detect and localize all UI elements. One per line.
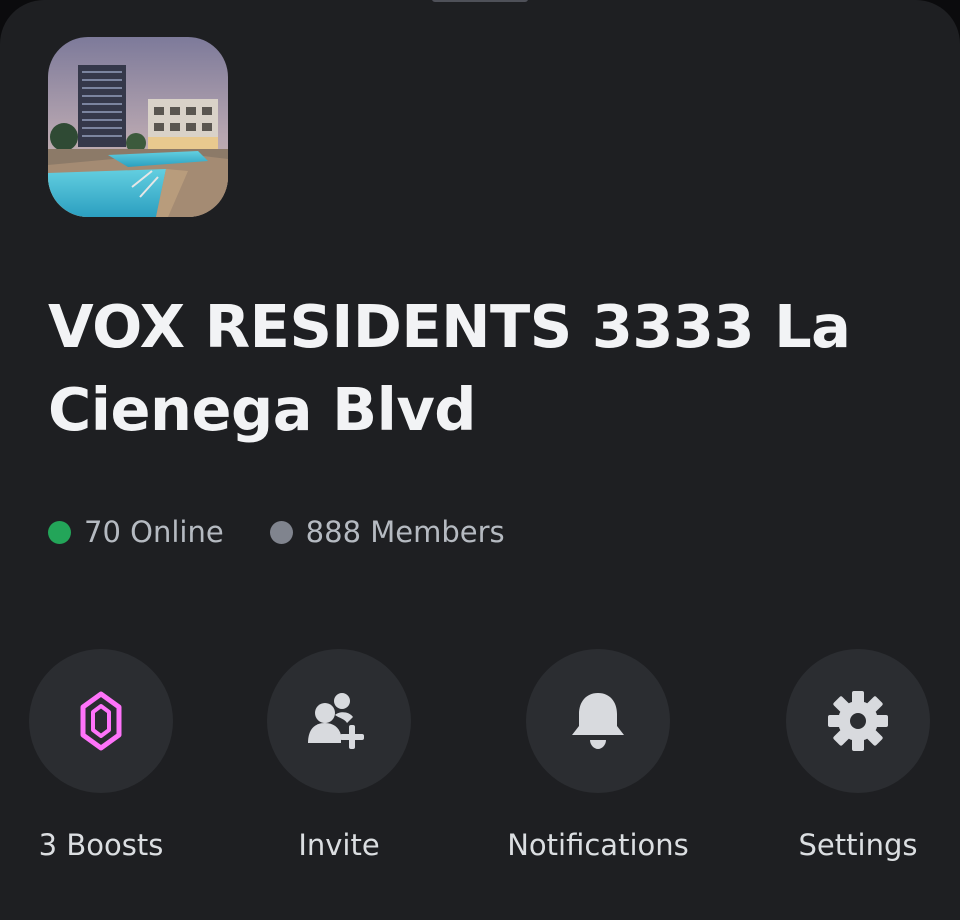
boosts-action[interactable]: 3 Boosts bbox=[0, 649, 211, 865]
boosts-label: 3 Boosts bbox=[38, 828, 164, 862]
notifications-action[interactable]: Notifications bbox=[488, 649, 708, 865]
invite-action[interactable]: Invite bbox=[229, 649, 449, 865]
bell-icon bbox=[572, 693, 624, 749]
notifications-button[interactable] bbox=[526, 649, 670, 793]
settings-action[interactable]: Settings bbox=[748, 649, 960, 865]
server-icon bbox=[48, 37, 228, 217]
online-count-label: 70 Online bbox=[84, 515, 224, 549]
settings-button[interactable] bbox=[786, 649, 930, 793]
invite-label: Invite bbox=[298, 828, 380, 862]
boosts-button[interactable] bbox=[29, 649, 173, 793]
server-stats: 70 Online 888 Members bbox=[48, 510, 505, 554]
drag-handle[interactable] bbox=[432, 0, 528, 2]
notifications-label: Notifications bbox=[507, 828, 689, 862]
add-friend-icon bbox=[308, 693, 364, 749]
gear-icon bbox=[828, 691, 888, 751]
member-count: 888 Members bbox=[269, 515, 505, 549]
server-name: VOX RESIDENTS 3333 La Cienega Blvd bbox=[48, 292, 851, 444]
settings-label: Settings bbox=[798, 828, 918, 862]
members-status-dot bbox=[269, 520, 293, 544]
online-count: 70 Online bbox=[48, 515, 224, 549]
invite-button[interactable] bbox=[267, 649, 411, 793]
boost-gem-icon bbox=[80, 691, 122, 751]
server-info-sheet: VOX RESIDENTS 3333 La Cienega Blvd 70 On… bbox=[0, 0, 960, 920]
online-status-dot bbox=[48, 520, 71, 544]
member-count-label: 888 Members bbox=[305, 515, 505, 549]
